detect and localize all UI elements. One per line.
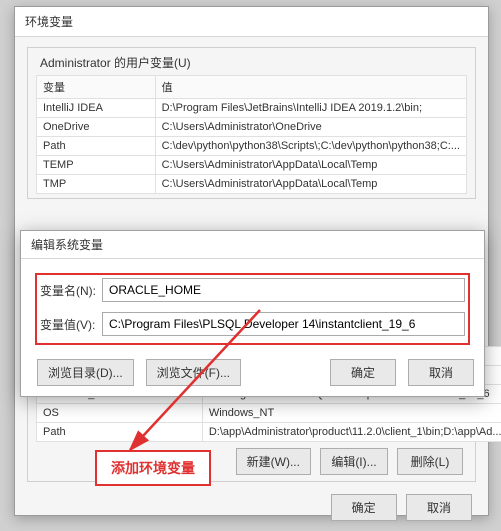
var-name-label: 变量名(N): xyxy=(40,282,102,299)
var-value-input[interactable] xyxy=(102,312,465,336)
edit-variable-dialog: 编辑系统变量 变量名(N): 变量值(V): 浏览目录(D)... 浏览文件(F… xyxy=(20,230,485,397)
browse-dir-button[interactable]: 浏览目录(D)... xyxy=(37,359,134,386)
user-panel-label: Administrator 的用户变量(U) xyxy=(36,54,195,71)
edit-sysvar-button[interactable]: 编辑(I)... xyxy=(320,448,387,475)
table-row[interactable]: OneDriveC:\Users\Administrator\OneDrive xyxy=(37,118,467,137)
table-row[interactable]: OSWindows_NT xyxy=(37,404,501,423)
ok-button[interactable]: 确定 xyxy=(331,494,397,521)
col-header-var[interactable]: 变量 xyxy=(37,76,156,99)
browse-file-button[interactable]: 浏览文件(F)... xyxy=(146,359,241,386)
var-value-label: 变量值(V): xyxy=(40,316,102,333)
table-row[interactable]: TMPC:\Users\Administrator\AppData\Local\… xyxy=(37,175,467,194)
annotation-label: 添加环境变量 xyxy=(95,450,211,486)
table-row[interactable]: TEMPC:\Users\Administrator\AppData\Local… xyxy=(37,156,467,175)
dialog-ok-button[interactable]: 确定 xyxy=(330,359,396,386)
highlight-annotation: 变量名(N): 变量值(V): xyxy=(35,273,470,345)
table-row[interactable]: PathC:\dev\python\python38\Scripts\;C:\d… xyxy=(37,137,467,156)
cancel-button[interactable]: 取消 xyxy=(406,494,472,521)
new-sysvar-button[interactable]: 新建(W)... xyxy=(236,448,311,475)
dialog-title: 编辑系统变量 xyxy=(21,231,484,259)
window-title: 环境变量 xyxy=(15,7,488,37)
dialog-cancel-button[interactable]: 取消 xyxy=(408,359,474,386)
delete-sysvar-button[interactable]: 删除(L) xyxy=(397,448,463,475)
table-row[interactable]: PathD:\app\Administrator\product\11.2.0\… xyxy=(37,423,501,442)
table-row[interactable]: IntelliJ IDEAD:\Program Files\JetBrains\… xyxy=(37,99,467,118)
user-vars-panel: Administrator 的用户变量(U) 变量 值 IntelliJ IDE… xyxy=(27,47,476,199)
col-header-val[interactable]: 值 xyxy=(155,76,466,99)
var-name-input[interactable] xyxy=(102,278,465,302)
user-vars-table[interactable]: 变量 值 IntelliJ IDEAD:\Program Files\JetBr… xyxy=(36,75,467,194)
